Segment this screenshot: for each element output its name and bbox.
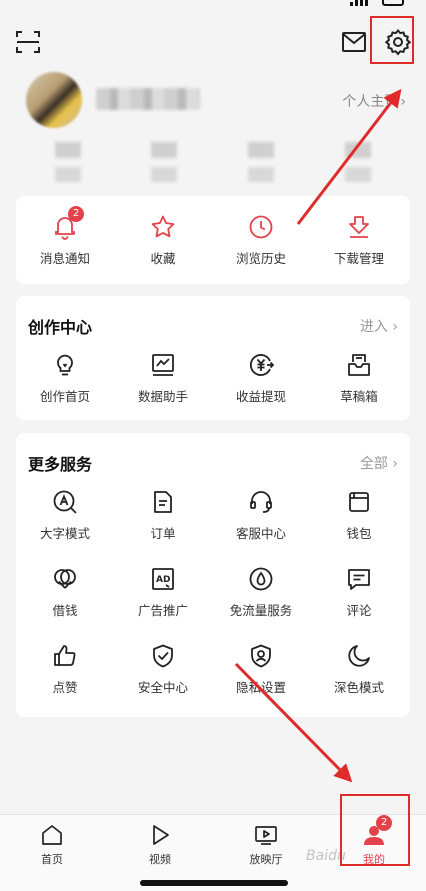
service-label: 免流量服务: [229, 603, 293, 618]
tab-home[interactable]: 首页: [22, 823, 82, 867]
profile-tab-highlight-box: [340, 794, 410, 866]
service-comments[interactable]: 评论: [310, 566, 408, 619]
service-large-font[interactable]: 大字模式: [16, 489, 114, 542]
chevron-right-icon: ›: [400, 94, 406, 110]
headset-icon: [248, 489, 274, 515]
profile-name-blurred: [96, 88, 200, 110]
quick-action-label: 消息通知: [39, 251, 90, 266]
service-ad-promotion[interactable]: AD 广告推广: [114, 566, 212, 619]
creator-center-title: 创作中心: [28, 318, 93, 337]
home-icon: [40, 823, 64, 847]
order-icon: [150, 489, 176, 515]
tab-video[interactable]: 视频: [130, 823, 190, 867]
service-label: 订单: [150, 526, 176, 541]
more-services-all-link[interactable]: 全部 ›: [360, 453, 398, 473]
notification-badge: 2: [68, 206, 84, 222]
service-label: 评论: [346, 603, 372, 618]
quick-action-history[interactable]: 浏览历史: [212, 214, 310, 267]
service-label: 客服中心: [235, 526, 286, 541]
tab-label: 视频: [149, 853, 171, 866]
stat-blurred[interactable]: [55, 142, 81, 182]
loan-icon: [52, 566, 78, 592]
service-label: 大字模式: [39, 526, 90, 541]
service-dark-mode[interactable]: 深色模式: [310, 643, 408, 696]
watermark: Baidu: [306, 848, 346, 864]
shield-check-icon: [150, 643, 176, 669]
home-indicator: [140, 880, 288, 886]
comment-icon: [346, 566, 372, 592]
privacy-icon: [248, 643, 274, 669]
service-loan[interactable]: 借钱: [16, 566, 114, 619]
stat-blurred[interactable]: [151, 142, 177, 182]
service-data-free[interactable]: 免流量服务: [212, 566, 310, 619]
lightbulb-icon: [52, 352, 78, 378]
more-services-card: 更多服务 全部 › 大字模式 订单 客服中心 钱包 借钱 AD 广告推广 免流量…: [16, 433, 410, 717]
draft-box-icon: [346, 352, 372, 378]
settings-highlight-box: [370, 16, 414, 64]
chart-icon: [150, 352, 176, 378]
service-label: 安全中心: [137, 680, 188, 695]
quick-action-notifications[interactable]: 2 消息通知: [16, 206, 114, 267]
service-label: 广告推广: [137, 603, 188, 618]
tab-label: 首页: [41, 853, 63, 866]
profile-homepage-label: 个人主页: [342, 94, 399, 110]
tv-icon: [254, 823, 278, 847]
creator-item-label: 草稿箱: [340, 389, 378, 404]
service-label: 借钱: [52, 603, 78, 618]
quick-action-label: 收藏: [150, 251, 176, 266]
creator-item-label: 收益提现: [235, 389, 286, 404]
stat-blurred[interactable]: [345, 142, 371, 182]
bell-icon: 2: [52, 206, 84, 240]
creator-item-label: 数据助手: [137, 389, 188, 404]
service-label: 钱包: [346, 526, 372, 541]
creator-item-label: 创作首页: [39, 389, 90, 404]
creator-item-drafts[interactable]: 草稿箱: [310, 352, 408, 405]
wallet-icon: [346, 489, 372, 515]
status-bar: [0, 0, 426, 14]
creator-item-home[interactable]: 创作首页: [16, 352, 114, 405]
service-order[interactable]: 订单: [114, 489, 212, 542]
quick-action-downloads[interactable]: 下载管理: [310, 214, 408, 267]
service-security-center[interactable]: 安全中心: [114, 643, 212, 696]
creator-center-card: 创作中心 进入 › 创作首页 数据助手 收益提现 草稿箱: [16, 296, 410, 420]
quick-action-favorites[interactable]: 收藏: [114, 214, 212, 267]
service-label: 隐私设置: [235, 680, 286, 695]
creator-item-earnings[interactable]: 收益提现: [212, 352, 310, 405]
scan-icon[interactable]: [14, 28, 42, 56]
mail-icon[interactable]: [340, 28, 368, 56]
creator-center-enter-link[interactable]: 进入 ›: [360, 316, 398, 336]
profile-homepage-link[interactable]: 个人主页 ›: [342, 91, 406, 111]
creator-item-data[interactable]: 数据助手: [114, 352, 212, 405]
download-icon: [346, 214, 372, 240]
service-privacy-settings[interactable]: 隐私设置: [212, 643, 310, 696]
thumbs-up-icon: [52, 643, 78, 669]
stat-blurred[interactable]: [248, 142, 274, 182]
play-icon: [148, 823, 172, 847]
large-font-icon: [52, 489, 78, 515]
ad-icon: AD: [150, 566, 176, 592]
clock-icon: [248, 214, 274, 240]
star-icon: [150, 214, 176, 240]
tab-theater[interactable]: 放映厅: [236, 823, 296, 867]
service-label: 点赞: [52, 680, 78, 695]
service-wallet[interactable]: 钱包: [310, 489, 408, 542]
signal-icon: [350, 0, 368, 6]
data-free-icon: [248, 566, 274, 592]
service-customer-center[interactable]: 客服中心: [212, 489, 310, 542]
quick-action-label: 下载管理: [333, 251, 384, 266]
svg-text:AD: AD: [156, 575, 170, 585]
moon-icon: [346, 643, 372, 669]
battery-icon: [382, 0, 404, 6]
quick-action-label: 浏览历史: [235, 251, 286, 266]
yuan-coin-icon: [248, 352, 275, 378]
quick-actions-card: 2 消息通知 收藏 浏览历史 下载管理: [16, 196, 410, 284]
tab-label: 放映厅: [249, 853, 283, 866]
more-services-title: 更多服务: [28, 455, 93, 474]
service-likes[interactable]: 点赞: [16, 643, 114, 696]
service-label: 深色模式: [333, 680, 384, 695]
avatar[interactable]: [26, 72, 82, 128]
